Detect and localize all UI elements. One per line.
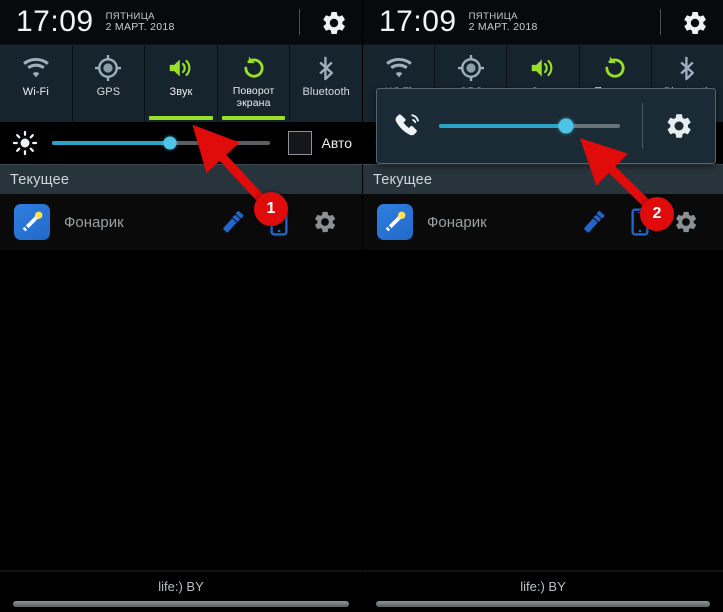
status-bar-clock: 17:09 <box>379 5 457 38</box>
toggle-screen-rotation[interactable]: Поворот экрана <box>218 45 291 122</box>
flashlight-icon[interactable] <box>210 207 256 237</box>
left-panel: 17:09 ПЯТНИЦА 2 МАРТ. 2018 Wi-Fi GPS Зву… <box>0 0 362 612</box>
carrier-bar-left: life:) BY <box>0 570 362 612</box>
android-notification-shade-screenshot: 17:09 ПЯТНИЦА 2 МАРТ. 2018 Wi-Fi GPS Зву… <box>0 0 723 612</box>
notification-title: Фонарик <box>427 213 487 231</box>
phone-screen-icon[interactable] <box>617 207 663 237</box>
section-header-current-left: Текущее <box>0 164 362 194</box>
toggle-label: Звук <box>169 86 193 98</box>
empty-shade-area-right <box>363 250 723 562</box>
phone-screen-icon[interactable] <box>256 207 302 237</box>
gear-icon[interactable] <box>320 9 348 37</box>
sound-speaker-icon <box>166 52 196 84</box>
gear-icon[interactable] <box>663 209 709 235</box>
notification-flashlight-right[interactable]: Фонарик <box>363 194 723 250</box>
notification-flashlight-left[interactable]: Фонарик <box>0 194 362 250</box>
status-bar-divider <box>299 9 300 35</box>
toggle-bluetooth[interactable]: Bluetooth <box>290 45 362 122</box>
shade-drag-handle[interactable] <box>375 601 711 607</box>
wifi-icon <box>384 52 414 84</box>
toggle-active-indicator <box>149 116 213 120</box>
gear-icon[interactable] <box>302 209 348 235</box>
bluetooth-icon <box>673 52 701 84</box>
volume-slider-thumb[interactable] <box>558 118 574 134</box>
section-title: Текущее <box>373 171 433 188</box>
volume-popup[interactable] <box>376 88 716 164</box>
status-bar-date-text: 2 МАРТ. 2018 <box>468 21 538 34</box>
flashlight-app-icon <box>377 204 413 240</box>
brightness-slider-thumb[interactable] <box>163 136 177 150</box>
auto-brightness-checkbox[interactable] <box>288 131 313 155</box>
toggle-wifi[interactable]: Wi-Fi <box>0 45 73 122</box>
status-bar-date: ПЯТНИЦА 2 МАРТ. 2018 <box>469 10 538 34</box>
sound-speaker-icon <box>528 52 558 84</box>
brightness-icon <box>10 130 40 156</box>
toggle-sound[interactable]: Звук <box>145 45 218 122</box>
flashlight-icon[interactable] <box>571 207 617 237</box>
bluetooth-icon <box>312 52 340 84</box>
status-bar-right: 17:09 ПЯТНИЦА 2 МАРТ. 2018 <box>363 0 723 44</box>
brightness-slider[interactable] <box>52 136 271 150</box>
section-header-current-right: Текущее <box>363 164 723 194</box>
toggle-gps[interactable]: GPS <box>73 45 146 122</box>
gps-icon <box>456 52 486 84</box>
flashlight-app-icon <box>14 204 50 240</box>
status-bar-date-text: 2 МАРТ. 2018 <box>105 21 175 34</box>
gear-icon[interactable] <box>643 111 715 141</box>
brightness-row-left: Авто <box>0 122 362 164</box>
quick-toggle-row-left: Wi-Fi GPS Звук Поворот экрана Bluetooth <box>0 44 362 122</box>
toggle-label: Поворот экрана <box>232 85 275 109</box>
auto-brightness-label: Авто <box>321 135 352 151</box>
gear-icon[interactable] <box>681 9 709 37</box>
carrier-name: life:) BY <box>158 579 204 594</box>
status-bar-date: ПЯТНИЦА 2 МАРТ. 2018 <box>106 10 175 34</box>
toggle-active-indicator <box>221 116 286 120</box>
carrier-name: life:) BY <box>520 579 566 594</box>
carrier-top-divider <box>363 570 723 572</box>
gps-icon <box>93 52 123 84</box>
carrier-bar-right: life:) BY <box>363 570 723 612</box>
brightness-slider-fill <box>52 141 170 145</box>
empty-shade-area-left <box>0 250 362 562</box>
wifi-icon <box>21 52 51 84</box>
shade-drag-handle[interactable] <box>12 601 350 607</box>
toggle-label: Bluetooth <box>302 86 350 98</box>
carrier-top-divider <box>0 570 362 572</box>
status-bar-left: 17:09 ПЯТНИЦА 2 МАРТ. 2018 <box>0 0 362 44</box>
toggle-label: GPS <box>96 86 121 98</box>
notification-title: Фонарик <box>64 213 124 231</box>
status-bar-clock: 17:09 <box>16 5 94 38</box>
screen-rotation-icon <box>240 52 268 84</box>
status-bar-divider <box>660 9 661 35</box>
volume-slider-fill <box>439 124 566 128</box>
volume-slider[interactable] <box>439 118 620 134</box>
screen-rotation-icon <box>601 52 629 84</box>
phone-ringer-icon <box>377 111 439 141</box>
toggle-label: Wi-Fi <box>22 86 49 98</box>
section-title: Текущее <box>10 171 70 188</box>
